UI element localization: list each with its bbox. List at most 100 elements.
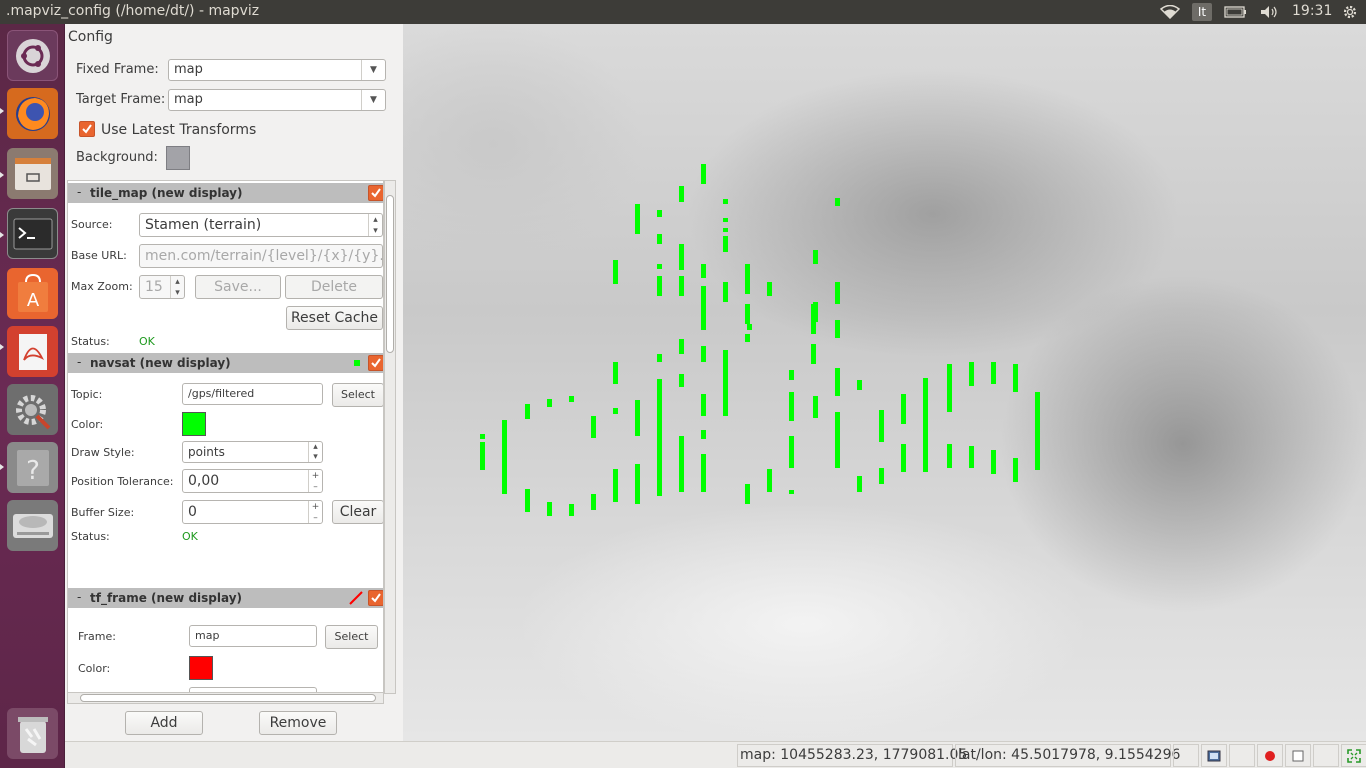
draw-style-combo[interactable]: points ▴ ▾	[182, 441, 323, 463]
updown-icon: ▴ ▾	[170, 276, 184, 298]
background-color-button[interactable]	[166, 146, 190, 170]
buffer-size-spinbox[interactable]: 0 + –	[182, 500, 323, 524]
navsat-color-button[interactable]	[182, 412, 206, 436]
navsat-header[interactable]: - navsat (new display)	[68, 353, 383, 373]
clear-button[interactable]: Clear	[332, 500, 383, 524]
display-list: - tile_map (new display) Source: Stamen …	[67, 180, 384, 694]
base-url-field[interactable]: men.com/terrain/{level}/{x}/{y}.png	[139, 244, 383, 268]
gps-point	[723, 396, 728, 401]
save-button[interactable]: Save...	[195, 275, 281, 299]
position-tolerance-spinbox[interactable]: 0,00 + –	[182, 469, 323, 493]
terminal-icon[interactable]	[7, 208, 58, 259]
firefox-icon[interactable]	[7, 88, 58, 139]
map-view[interactable]	[403, 24, 1366, 741]
topic-field[interactable]: /gps/filtered	[182, 383, 323, 405]
position-tolerance-label: Position Tolerance:	[71, 475, 174, 488]
gps-point-segment	[813, 250, 818, 264]
position-tolerance-value: 0,00	[188, 473, 220, 489]
tf-frame-color-button[interactable]	[189, 656, 213, 680]
gps-point-segment	[947, 364, 952, 412]
gps-point-segment	[789, 436, 794, 468]
frame-select-button[interactable]: Select	[325, 625, 378, 649]
collapse-icon[interactable]: -	[77, 355, 81, 369]
target-frame-combo[interactable]: map ▼	[168, 89, 386, 111]
gps-point-segment	[613, 260, 618, 284]
gps-point-segment	[547, 502, 552, 516]
gps-point-segment	[923, 378, 928, 428]
plus-minus-icon: + –	[308, 470, 322, 492]
delete-button[interactable]: Delete	[285, 275, 383, 299]
gps-point-segment	[835, 320, 840, 338]
gps-point-segment	[679, 186, 684, 202]
latlon-coords: lat/lon: 45.5017978, 9.1554296	[955, 744, 1180, 767]
gps-point-segment	[1013, 458, 1018, 482]
gps-point-segment	[701, 346, 706, 362]
help-icon[interactable]: ?	[7, 442, 58, 493]
record-icon[interactable]	[1257, 744, 1283, 767]
keyboard-layout-icon[interactable]: It	[1192, 3, 1212, 21]
updown-icon: ▴ ▾	[368, 214, 382, 236]
gps-point-segment	[723, 282, 728, 302]
trash-icon[interactable]	[7, 708, 58, 759]
gps-point-segment	[569, 504, 574, 516]
gps-point-segment	[701, 264, 706, 278]
vertical-scrollbar[interactable]	[384, 180, 396, 694]
tile-map-header[interactable]: - tile_map (new display)	[68, 183, 383, 203]
collapse-icon[interactable]: -	[77, 185, 81, 199]
gps-point-segment	[835, 368, 840, 396]
tf-frame-visible-checkbox[interactable]	[368, 590, 383, 606]
gps-point	[480, 434, 485, 439]
navsat-visible-checkbox[interactable]	[368, 355, 383, 371]
stop-icon[interactable]	[1285, 744, 1311, 767]
buffer-size-label: Buffer Size:	[71, 506, 135, 519]
fullscreen-icon[interactable]	[1341, 744, 1366, 767]
svg-text:?: ?	[26, 456, 40, 486]
running-indicator	[0, 344, 4, 350]
gps-point-segment	[591, 494, 596, 510]
battery-icon[interactable]	[1222, 0, 1250, 24]
collapse-icon[interactable]: -	[77, 590, 81, 604]
frame-field[interactable]: map	[189, 625, 317, 647]
source-combo[interactable]: Stamen (terrain) ▴ ▾	[139, 213, 383, 237]
tile-map-visible-checkbox[interactable]	[368, 185, 383, 201]
topic-label: Topic:	[71, 388, 103, 401]
horizontal-scrollbar[interactable]	[67, 692, 384, 704]
buffer-size-value: 0	[188, 504, 197, 520]
navsat-color-label: Color:	[71, 418, 104, 431]
clock[interactable]: 19:31	[1292, 3, 1332, 19]
reset-cache-button[interactable]: Reset Cache	[286, 306, 383, 330]
wifi-icon[interactable]	[1158, 0, 1182, 24]
base-url-label: Base URL:	[71, 249, 127, 262]
fixed-frame-combo[interactable]: map ▼	[168, 59, 386, 81]
document-viewer-icon[interactable]	[7, 326, 58, 377]
scroll-thumb[interactable]	[80, 694, 376, 702]
gps-point-segment	[723, 392, 728, 416]
ubuntu-dash-icon[interactable]	[7, 30, 58, 81]
system-settings-icon[interactable]	[7, 384, 58, 435]
scroll-thumb[interactable]	[386, 195, 394, 353]
max-zoom-spinbox[interactable]: 15 ▴ ▾	[139, 275, 185, 299]
use-latest-checkbox[interactable]	[79, 121, 95, 137]
gps-point-segment	[879, 468, 884, 484]
gps-point-segment	[1035, 392, 1040, 442]
draw-style-value: points	[188, 445, 225, 459]
tf-frame-title: tf_frame (new display)	[90, 591, 243, 605]
map-coords: map: 10455283.23, 1779081.05	[737, 744, 967, 767]
remove-button[interactable]: Remove	[259, 711, 337, 735]
fixed-frame-value: map	[174, 62, 203, 77]
topic-select-button[interactable]: Select	[332, 383, 383, 407]
gps-point-segment	[701, 394, 706, 416]
draw-style-label: Draw Style:	[71, 446, 135, 459]
gps-point	[480, 454, 485, 459]
screenshot-icon[interactable]	[1201, 744, 1227, 767]
add-button[interactable]: Add	[125, 711, 203, 735]
gps-point-segment	[591, 416, 596, 438]
files-icon[interactable]	[7, 148, 58, 199]
volume-icon[interactable]	[1256, 0, 1282, 24]
gps-point-segment	[635, 400, 640, 436]
fixed-frame-label: Fixed Frame:	[76, 62, 159, 77]
software-center-icon[interactable]: A	[7, 268, 58, 319]
disk-icon[interactable]	[7, 500, 58, 551]
settings-gear-icon[interactable]	[1338, 0, 1362, 24]
tf-frame-header[interactable]: - tf_frame (new display)	[68, 588, 383, 608]
